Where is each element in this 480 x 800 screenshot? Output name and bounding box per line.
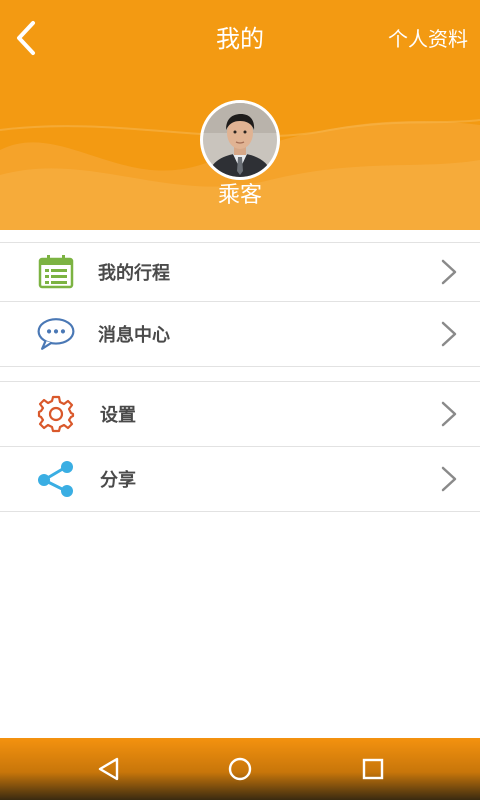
back-triangle-icon — [98, 757, 119, 781]
recent-square-icon — [362, 758, 384, 780]
user-photo-icon — [203, 103, 277, 177]
profile-header: 我的 个人资料 乘客 — [0, 0, 480, 230]
chevron-right-icon — [441, 259, 457, 285]
menu-item-my-trips[interactable]: 我的行程 — [0, 243, 480, 302]
menu-item-share[interactable]: 分享 — [0, 447, 480, 512]
chat-bubble-icon — [36, 314, 76, 354]
nav-recent-apps-button[interactable] — [353, 752, 393, 786]
profile-info-link[interactable]: 个人资料 — [388, 24, 468, 54]
nav-back-button[interactable] — [89, 752, 129, 786]
chevron-right-icon — [441, 401, 457, 427]
home-circle-icon — [228, 757, 252, 781]
calendar-list-icon — [36, 252, 76, 292]
avatar[interactable] — [200, 100, 280, 180]
menu-item-label: 消息中心 — [98, 325, 170, 346]
chevron-right-icon — [441, 321, 457, 347]
menu-group-trips-messages: 我的行程 消息中心 — [0, 242, 480, 367]
menu-item-label: 设置 — [100, 405, 136, 426]
nav-home-button[interactable] — [220, 752, 260, 786]
menu-item-label: 分享 — [100, 470, 136, 491]
chevron-right-icon — [441, 466, 457, 492]
share-icon — [36, 459, 76, 499]
username: 乘客 — [217, 183, 262, 208]
menu-item-message-center[interactable]: 消息中心 — [0, 302, 480, 367]
menu-item-settings[interactable]: 设置 — [0, 382, 480, 447]
menu-group-settings-share: 设置 分享 — [0, 381, 480, 512]
menu-item-label: 我的行程 — [98, 263, 170, 284]
system-nav-bar — [0, 738, 480, 800]
gear-icon — [36, 394, 76, 434]
top-bar: 我的 个人资料 — [0, 0, 480, 80]
